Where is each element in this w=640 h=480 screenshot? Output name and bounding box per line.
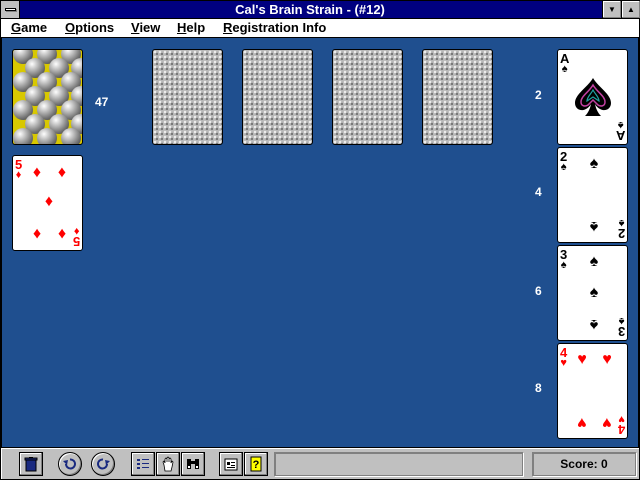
face-down-card[interactable] xyxy=(422,49,493,145)
large-spade-icon xyxy=(575,78,611,116)
score-label: Score: xyxy=(560,457,598,471)
window-title: Cal's Brain Strain - (#12) xyxy=(235,2,385,17)
foundation-card-3-spades[interactable]: 3 ♠ ♠ ♠ ♠ 3 ♠ xyxy=(557,245,628,341)
diamond-icon: ♦ xyxy=(57,225,67,242)
toolbar: ? Score: 0 xyxy=(0,447,640,480)
face-down-card[interactable] xyxy=(332,49,403,145)
spade-icon: ♠ xyxy=(589,155,599,172)
menu-registration-info[interactable]: Registration Info xyxy=(223,20,326,35)
face-down-card[interactable] xyxy=(242,49,313,145)
spade-icon: ♠ xyxy=(589,284,599,301)
face-down-card[interactable] xyxy=(152,49,223,145)
heart-icon: ♥ xyxy=(602,414,612,431)
status-message-field xyxy=(274,452,523,476)
foundation-card-4-hearts[interactable]: 4 ♥ ♥ ♥ ♥ ♥ 4 ♥ xyxy=(557,343,628,439)
binoculars-icon[interactable] xyxy=(181,452,205,476)
heart-icon: ♥ xyxy=(577,351,587,368)
hand-icon[interactable] xyxy=(156,452,180,476)
trash-icon[interactable] xyxy=(19,452,43,476)
diamond-icon: ♦ xyxy=(32,225,42,242)
diamond-icon: ♦ xyxy=(57,164,67,181)
foundation-label: 2 xyxy=(535,88,542,102)
maximize-button[interactable]: ▲ xyxy=(621,1,640,18)
heart-icon: ♥ xyxy=(602,351,612,368)
waste-card[interactable]: 5 ♦ ♦ ♦ ♦ ♦ ♦ 5 ♦ xyxy=(12,155,83,251)
foundation-card-2-spades[interactable]: 2 ♠ ♠ ♠ 2 ♠ xyxy=(557,147,628,243)
options-list-icon[interactable] xyxy=(131,452,155,476)
svg-text:?: ? xyxy=(253,459,260,471)
menu-game[interactable]: Game xyxy=(11,20,47,35)
foundation-label: 6 xyxy=(535,284,542,298)
redo-icon[interactable] xyxy=(91,452,115,476)
card-corner-top: 5 ♦ xyxy=(15,157,23,181)
foundation-label: 8 xyxy=(535,381,542,395)
foundation-label: 4 xyxy=(535,185,542,199)
menu-options[interactable]: Options xyxy=(65,20,114,35)
stock-deck[interactable] xyxy=(12,49,83,145)
menu-bar: Game Options View Help Registration Info xyxy=(0,19,640,38)
spade-icon: ♠ xyxy=(589,218,599,235)
score-value: 0 xyxy=(601,457,608,471)
foundation-card-ace-spades[interactable]: A ♠ A ♠ xyxy=(557,49,628,145)
menu-view[interactable]: View xyxy=(131,20,160,35)
help-icon[interactable]: ? xyxy=(244,452,268,476)
minimize-button[interactable]: ▼ xyxy=(602,1,621,18)
stock-count: 47 xyxy=(95,95,109,109)
undo-icon[interactable] xyxy=(58,452,82,476)
score-display: Score: 0 xyxy=(532,452,636,476)
diamond-icon: ♦ xyxy=(44,193,54,210)
spade-icon: ♠ xyxy=(589,316,599,333)
system-menu-button[interactable] xyxy=(1,1,20,18)
stats-icon[interactable] xyxy=(219,452,243,476)
card-corner-bottom: 5 ♦ xyxy=(72,225,80,249)
diamond-icon: ♦ xyxy=(32,164,42,181)
heart-icon: ♥ xyxy=(577,414,587,431)
menu-help[interactable]: Help xyxy=(177,20,205,35)
title-bar: Cal's Brain Strain - (#12) ▼ ▲ xyxy=(0,0,640,19)
spade-icon: ♠ xyxy=(589,253,599,270)
